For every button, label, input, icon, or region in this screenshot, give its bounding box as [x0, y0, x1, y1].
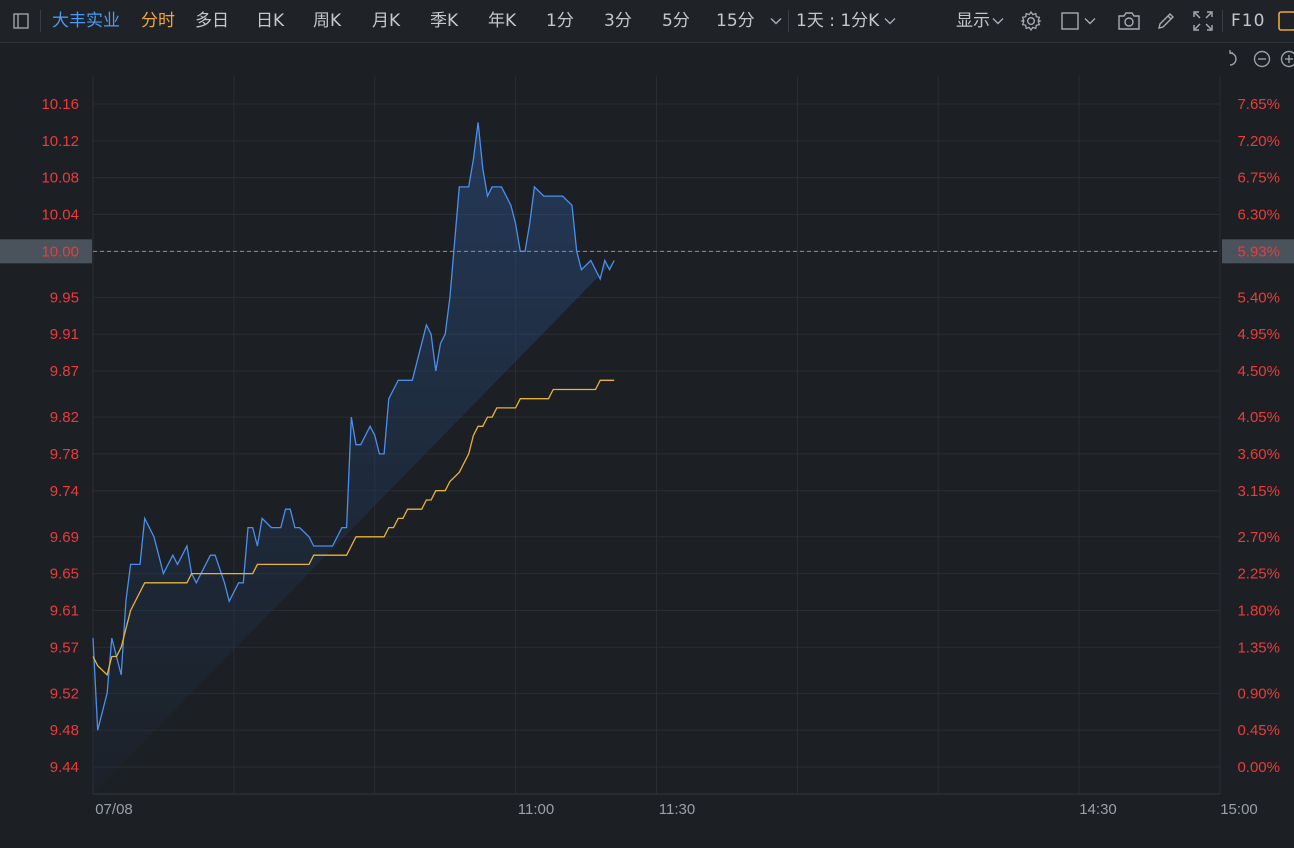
y-tick-label: 9.52	[50, 685, 79, 702]
tab-monthly-k[interactable]: 月K	[372, 0, 400, 42]
stock-name[interactable]: 大丰实业	[52, 0, 120, 42]
f10-button[interactable]: F10	[1231, 0, 1265, 42]
grid-lines	[93, 76, 1220, 794]
pct-tick-label: 3.15%	[1237, 483, 1280, 500]
pct-tick-label: 1.35%	[1237, 639, 1280, 656]
separator	[40, 10, 41, 32]
panel-square-icon[interactable]	[1276, 0, 1294, 42]
pct-tick-label: 2.25%	[1237, 566, 1280, 583]
pct-tick-label: 6.30%	[1237, 207, 1280, 224]
pencil-draw-icon[interactable]	[1154, 0, 1178, 42]
pct-tick-label: 0.00%	[1237, 759, 1280, 776]
display-chevron-icon[interactable]	[990, 0, 1006, 42]
tab-yearly-k[interactable]: 年K	[488, 0, 516, 42]
tab-weekly-k[interactable]: 周K	[313, 0, 341, 42]
x-tick-label: 15:00	[1220, 801, 1258, 818]
chart-toolbar: 大丰实业 分时 多日 日K 周K 月K 季K 年K 1分 3分 5分 15分 1…	[0, 0, 1294, 43]
pct-tick-label: 5.93%	[1237, 243, 1280, 260]
y-tick-label: 9.95	[50, 289, 79, 306]
chart-svg: 10.16 10.12 10.08 10.04 10.00 9.95 9.91 9.87 9.8…	[0, 43, 1294, 844]
axis-labels: 10.16 10.12 10.08 10.04 10.00 9.95 9.91 9.87 9.8…	[41, 96, 1280, 818]
pct-tick-label: 5.40%	[1237, 289, 1280, 306]
display-menu[interactable]: 显示	[956, 0, 990, 42]
pct-tick-label: 7.20%	[1237, 133, 1280, 150]
tab-15min[interactable]: 15分	[716, 0, 755, 42]
separator	[1222, 10, 1223, 32]
tab-3min[interactable]: 3分	[604, 0, 632, 42]
y-tick-label: 9.57	[50, 639, 79, 656]
zoom-controls	[1230, 50, 1294, 67]
pct-tick-label: 0.90%	[1237, 685, 1280, 702]
y-tick-label: 9.91	[50, 326, 79, 343]
settings-gear-icon[interactable]	[1018, 0, 1044, 42]
y-tick-label: 9.74	[50, 483, 79, 500]
pct-tick-label: 0.45%	[1237, 722, 1280, 739]
y-tick-label: 10.00	[41, 243, 79, 260]
y-tick-label: 10.08	[41, 170, 79, 187]
tab-quarterly-k[interactable]: 季K	[430, 0, 458, 42]
y-tick-label: 9.69	[50, 529, 79, 546]
fullscreen-icon[interactable]	[1190, 0, 1216, 42]
more-periods-chevron-icon[interactable]	[768, 0, 784, 42]
zoom-in-icon[interactable]	[1282, 52, 1294, 67]
pct-tick-label: 4.95%	[1237, 326, 1280, 343]
y-tick-label: 9.78	[50, 446, 79, 463]
y-tick-label: 9.48	[50, 722, 79, 739]
camera-icon[interactable]	[1116, 0, 1142, 42]
tab-daily-k[interactable]: 日K	[256, 0, 284, 42]
pct-tick-label: 3.60%	[1237, 446, 1280, 463]
y-tick-label: 9.44	[50, 759, 79, 776]
layout-chevron-icon[interactable]	[1082, 0, 1098, 42]
sidebar-toggle-icon[interactable]	[8, 0, 34, 42]
pct-tick-label: 4.50%	[1237, 363, 1280, 380]
intraday-chart[interactable]: 10.16 10.12 10.08 10.04 10.00 9.95 9.91 9.87 9.8…	[0, 43, 1294, 844]
y-tick-label: 10.12	[41, 133, 79, 150]
tab-1min[interactable]: 1分	[546, 0, 574, 42]
tab-multiday[interactable]: 多日	[195, 0, 229, 42]
pct-tick-label: 6.75%	[1237, 170, 1280, 187]
tab-intraday[interactable]: 分时	[141, 0, 175, 42]
tab-5min[interactable]: 5分	[662, 0, 690, 42]
pct-tick-label: 4.05%	[1237, 409, 1280, 426]
y-tick-label: 10.04	[41, 207, 79, 224]
pct-tick-label: 7.65%	[1237, 96, 1280, 113]
pct-tick-label: 1.80%	[1237, 602, 1280, 619]
y-tick-label: 10.16	[41, 96, 79, 113]
x-tick-label: 14:30	[1079, 801, 1117, 818]
zoom-out-icon[interactable]	[1255, 52, 1270, 67]
x-tick-label: 11:00	[518, 801, 554, 818]
pct-tick-label: 2.70%	[1237, 529, 1280, 546]
layout-square-icon[interactable]	[1058, 0, 1082, 42]
reset-icon[interactable]	[1230, 50, 1236, 65]
interval-selector[interactable]: 1天 : 1分K	[796, 0, 879, 42]
y-tick-label: 9.87	[50, 363, 79, 380]
separator	[788, 10, 789, 32]
interval-chevron-icon[interactable]	[882, 0, 898, 42]
y-tick-label: 9.82	[50, 409, 79, 426]
y-tick-label: 9.65	[50, 566, 79, 583]
x-tick-label: 07/08	[95, 801, 133, 818]
y-tick-label: 9.61	[50, 602, 79, 619]
x-tick-label: 11:30	[659, 801, 695, 818]
